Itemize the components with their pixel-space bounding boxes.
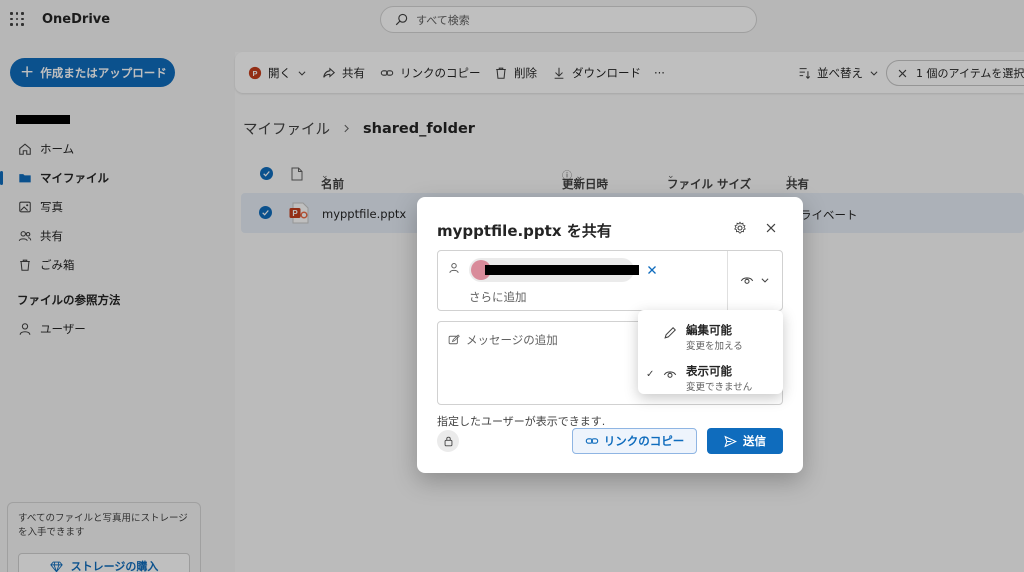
permission-menu: 編集可能 変更を加える ✓ 表示可能 変更できません (638, 310, 783, 394)
menu-item-description: 変更できません (686, 382, 753, 393)
lock-icon (444, 436, 452, 447)
menu-item-can-edit[interactable]: 編集可能 変更を加える (638, 314, 783, 352)
menu-item-description: 変更を加える (686, 341, 743, 352)
recipients-field[interactable]: さらに追加 (437, 250, 783, 311)
link-settings-button[interactable] (437, 430, 459, 452)
menu-item-label: 編集可能 (686, 323, 732, 337)
send-icon (724, 435, 737, 447)
person-icon (449, 263, 459, 274)
checkmark-icon: ✓ (646, 369, 655, 380)
gear-icon[interactable] (733, 221, 747, 235)
message-placeholder: メッセージの追加 (466, 333, 558, 347)
dialog-title: mypptfile.pptx を共有 (437, 222, 612, 240)
send-label: 送信 (743, 434, 766, 448)
divider (727, 251, 728, 310)
redacted-recipient (485, 265, 639, 275)
pencil-icon (664, 327, 676, 339)
permission-dropdown-button[interactable] (740, 273, 770, 287)
chevron-down-icon (761, 278, 769, 283)
remove-recipient-icon[interactable] (645, 263, 659, 277)
edit-message-icon (448, 334, 460, 345)
permission-info-text: 指定したユーザーが表示できます. (437, 415, 606, 428)
add-more-input[interactable]: さらに追加 (469, 289, 527, 305)
menu-item-can-view[interactable]: ✓ 表示可能 変更できません (638, 355, 783, 393)
eye-icon (663, 371, 677, 378)
copy-link-label: リンクのコピー (603, 434, 685, 448)
link-icon (585, 438, 599, 444)
menu-item-label: 表示可能 (686, 364, 732, 378)
close-icon[interactable] (764, 221, 778, 235)
eye-icon (740, 277, 754, 284)
send-button[interactable]: 送信 (707, 428, 783, 454)
recipient-chip[interactable] (469, 258, 656, 282)
message-placeholder-wrap: メッセージの追加 (448, 332, 558, 348)
copy-link-button[interactable]: リンクのコピー (572, 428, 697, 454)
